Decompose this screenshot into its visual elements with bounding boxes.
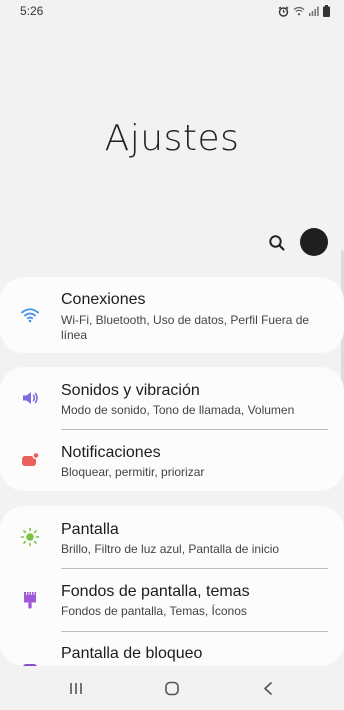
- back-icon: [264, 682, 272, 695]
- recent-apps-button[interactable]: [64, 679, 88, 699]
- settings-item-pantalla[interactable]: Pantalla Brillo, Filtro de luz azul, Pan…: [0, 506, 344, 568]
- item-label: Fondos de pantalla, temas: [61, 583, 250, 600]
- status-icons: [278, 5, 330, 17]
- settings-group-display: Pantalla Brillo, Filtro de luz azul, Pan…: [0, 506, 344, 666]
- wifi-status-icon: [293, 6, 305, 16]
- search-icon: [269, 235, 285, 251]
- home-button[interactable]: [160, 679, 184, 699]
- page-title: Ajustes: [104, 118, 240, 159]
- battery-icon: [323, 5, 330, 17]
- item-subtitle: Modo de sonido, Tono de llamada, Volumen: [61, 403, 295, 417]
- search-button[interactable]: [267, 233, 287, 253]
- settings-group-sound: Sonidos y vibración Modo de sonido, Tono…: [0, 367, 344, 491]
- notification-icon: [20, 450, 40, 470]
- item-subtitle: Fondos de pantalla, Temas, Íconos: [61, 604, 247, 618]
- home-icon: [165, 681, 179, 696]
- settings-item-bloqueo[interactable]: Pantalla de bloqueo: [0, 632, 344, 666]
- settings-group-connections: Conexiones Wi-Fi, Bluetooth, Uso de dato…: [0, 277, 344, 353]
- item-label: Pantalla de bloqueo: [61, 645, 203, 662]
- profile-avatar[interactable]: [300, 228, 328, 256]
- item-label: Notificaciones: [61, 444, 161, 461]
- back-button[interactable]: [256, 679, 280, 699]
- item-label: Pantalla: [61, 521, 119, 538]
- lock-screen-icon: [20, 662, 40, 666]
- settings-item-sonidos[interactable]: Sonidos y vibración Modo de sonido, Tono…: [0, 367, 344, 429]
- status-time: 5:26: [20, 4, 44, 18]
- item-subtitle: Bloquear, permitir, priorizar: [61, 465, 205, 479]
- settings-item-conexiones[interactable]: Conexiones Wi-Fi, Bluetooth, Uso de dato…: [0, 277, 344, 353]
- navigation-bar: [0, 668, 344, 710]
- speaker-icon: [20, 388, 40, 408]
- item-subtitle: Wi-Fi, Bluetooth, Uso de datos, Perfil F…: [61, 313, 310, 342]
- wifi-icon: [20, 305, 40, 325]
- settings-item-fondos[interactable]: Fondos de pantalla, temas Fondos de pant…: [0, 569, 344, 631]
- settings-item-notificaciones[interactable]: Notificaciones Bloquear, permitir, prior…: [0, 430, 344, 491]
- item-subtitle: Brillo, Filtro de luz azul, Pantalla de …: [61, 542, 280, 556]
- brush-icon: [20, 590, 40, 610]
- item-label: Sonidos y vibración: [61, 382, 200, 399]
- status-bar: 5:26: [0, 0, 344, 24]
- sun-icon: [20, 527, 40, 547]
- recent-apps-icon: [70, 683, 82, 694]
- item-label: Conexiones: [61, 291, 146, 308]
- signal-icon: [309, 6, 319, 16]
- alarm-icon: [278, 6, 289, 17]
